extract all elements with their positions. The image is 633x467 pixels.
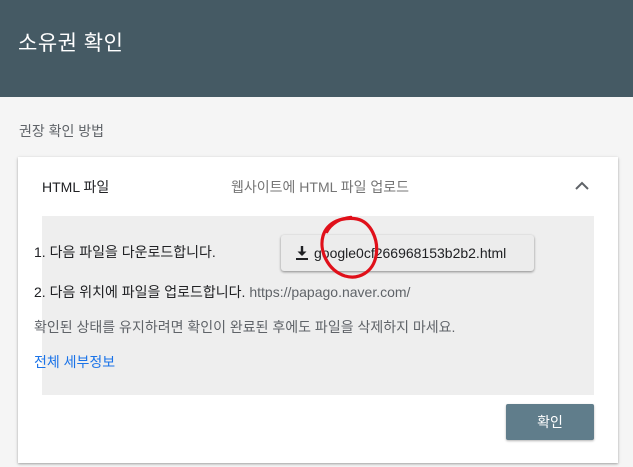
download-file-name: google0cf266968153b2b2.html — [314, 245, 507, 261]
step-2-label: 2. 다음 위치에 파일을 업로드합니다. — [34, 284, 246, 300]
section-label: 권장 확인 방법 — [19, 123, 105, 139]
method-description: 웹사이트에 HTML 파일 업로드 — [231, 179, 410, 195]
download-file-button[interactable]: google0cf266968153b2b2.html — [281, 235, 534, 271]
step-1-text: 1. 다음 파일을 다운로드합니다. — [34, 244, 216, 260]
page-title: 소유권 확인 — [18, 32, 124, 55]
download-icon — [296, 246, 308, 260]
step-2-text: 2. 다음 위치에 파일을 업로드합니다. https://papago.nav… — [34, 282, 410, 302]
keep-file-note: 확인된 상태를 유지하려면 확인이 완료된 후에도 파일을 삭제하지 마세요. — [34, 319, 456, 335]
chevron-up-icon — [575, 181, 589, 190]
method-title: HTML 파일 — [42, 179, 110, 195]
full-details-link[interactable]: 전체 세부정보 — [34, 352, 115, 372]
page-header: 소유권 확인 — [0, 0, 633, 97]
verify-button[interactable]: 확인 — [506, 404, 594, 440]
verification-method-card: HTML 파일 웹사이트에 HTML 파일 업로드 1. 다음 파일을 다운로드… — [18, 157, 618, 463]
collapse-toggle[interactable] — [570, 176, 594, 196]
upload-url: https://papago.naver.com/ — [249, 284, 411, 300]
